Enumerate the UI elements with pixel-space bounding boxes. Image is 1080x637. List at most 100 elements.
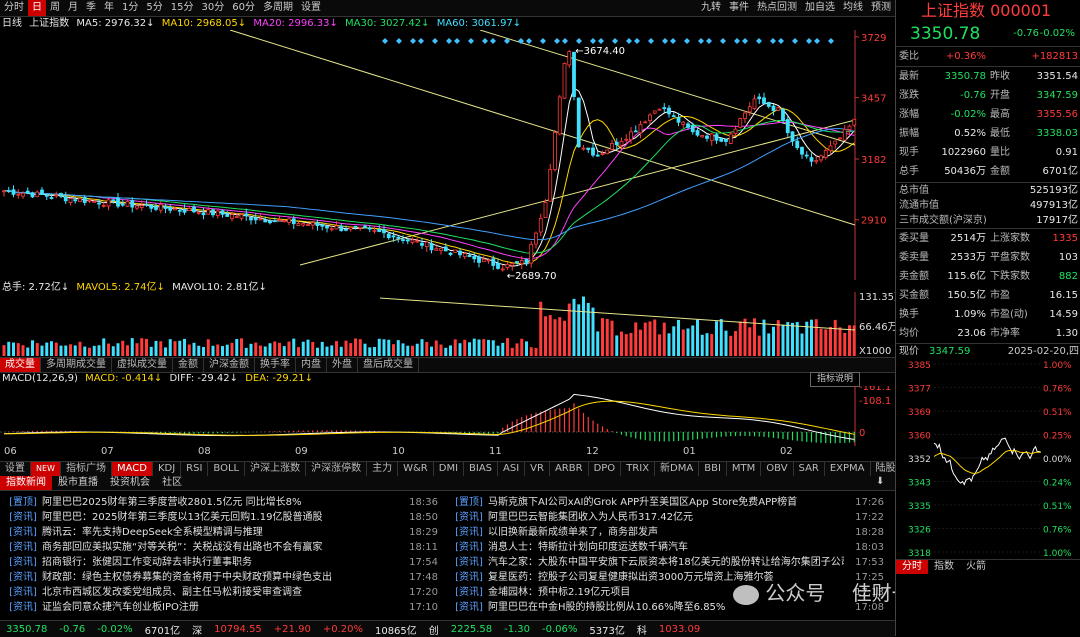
indicator-tab[interactable]: RSI [181,462,209,476]
period-tab[interactable]: 5分 [142,0,166,16]
toolbar-button[interactable]: 加自选 [801,0,839,16]
volume-tab[interactable]: 换手率 [255,358,296,372]
intraday-tab[interactable]: 指数 [928,560,960,574]
indicator-tab[interactable]: DMI [434,462,465,476]
news-title[interactable]: 证监会同意众捷汽车创业板IPO注册 [42,600,398,615]
period-tab[interactable]: 设置 [297,0,325,16]
period-tab[interactable]: 月 [64,0,82,16]
indicator-tab[interactable]: VR [525,462,550,476]
volume-tab[interactable]: 多周期成交量 [41,358,112,372]
news-item[interactable]: [资讯] 消息人士：特斯拉计划向印度运送数千辆汽车 18:03 [450,540,890,555]
volume-tab[interactable]: 盘后成交量 [358,358,419,372]
toolbar-button[interactable]: 九转 [697,0,725,16]
candle [724,138,728,142]
news-title[interactable]: 马斯克旗下AI公司xAI的Grok APP升至美国区App Store免费APP… [488,495,844,510]
news-item[interactable]: [资讯] 阿里巴巴云智能集团收入为人民币317.42亿元 17:22 [450,510,890,525]
period-tab[interactable]: 60分 [228,0,259,16]
toolbar-button[interactable]: 热点回测 [753,0,801,16]
news-title[interactable]: 汽车之家：大股东中国平安旗下云辰资本将18亿美元的股份转让给海尔集团子公司 [488,555,844,570]
toolbar-button[interactable]: 均线 [839,0,867,16]
indicator-tab[interactable]: DPO [589,462,622,476]
indicator-tab[interactable]: 主力 [367,462,399,476]
toolbar-button[interactable]: 事件 [725,0,753,16]
indicator-tab[interactable]: MTM [727,462,762,476]
news-item[interactable]: [资讯] 腾讯云：率先支持DeepSeek全系模型精调与推理 18:29 [4,525,444,540]
volume-bar [738,321,742,356]
indicator-tab[interactable]: 指标广场 [61,462,112,476]
news-title[interactable]: 招商银行：张健因工作变动辞去非执行董事职务 [42,555,398,570]
indicator-tab[interactable]: 沪深涨停数 [306,462,368,476]
indicator-tab[interactable]: TRIX [621,462,656,476]
news-tab[interactable]: 指数新闻 [0,476,52,490]
news-item[interactable]: [资讯] 以旧换新最新成绩单来了，商务部发声 18:28 [450,525,890,540]
news-title[interactable]: 商务部回应美拟实施“对等关税”：关税战没有出路也不会有赢家 [42,540,398,555]
indicator-tab[interactable]: 新DMA [655,462,700,476]
indicator-tab[interactable]: BIAS [464,462,499,476]
candle [752,98,757,109]
indicator-tab[interactable]: BOLL [208,462,246,476]
indicator-help-button[interactable]: 指标说明 [810,372,860,387]
candlestick-chart[interactable]: 3729 3457 3182 2910 ←3674.40 ←2689.70 [0,30,895,280]
indicator-tab[interactable]: 设置 [0,462,31,476]
indicator-tab[interactable]: W&R [398,462,434,476]
news-tab[interactable]: 股市直播 [52,476,104,490]
volume-tab[interactable]: 成交量 [0,358,41,372]
news-item[interactable]: [资讯] 阿里巴巴：2025财年第三季度以13亿美元回购1.19亿股普通股 18:5… [4,510,444,525]
volume-bar [164,347,167,356]
news-title[interactable]: 阿里巴巴云智能集团收入为人民币317.42亿元 [488,510,844,525]
indicator-tab[interactable]: BBI [699,462,727,476]
indicator-tab[interactable]: SAR [794,462,825,476]
candle [401,239,405,241]
news-title[interactable]: 北京市西城区发改委党组成员、副主任马松莉接受审查调查 [42,585,398,600]
indicator-tab[interactable]: ARBR [550,462,589,476]
indicator-tab[interactable]: OBV [761,462,794,476]
news-item[interactable]: [资讯] 证监会同意众捷汽车创业板IPO注册 17:10 [4,600,444,615]
news-item[interactable]: [资讯] 北京市西城区发改委党组成员、副主任马松莉接受审查调查 17:20 [4,585,444,600]
news-tab[interactable]: 投资机会 [104,476,156,490]
indicator-tab[interactable]: MACD [111,462,153,476]
indicator-tab[interactable]: 沪深上涨数 [245,462,307,476]
intraday-price-tick: 3352 [908,455,931,465]
volume-tab[interactable]: 虚拟成交量 [112,358,173,372]
news-item[interactable]: [置顶] 马斯克旗下AI公司xAI的Grok APP升至美国区App Store免… [450,495,890,510]
period-tab[interactable]: 年 [100,0,118,16]
quote-value: 1022960 [941,147,986,158]
toolbar-button[interactable]: 预测 [867,0,895,16]
period-tab[interactable]: 30分 [197,0,228,16]
volume-tab[interactable]: 沪深金额 [204,358,255,372]
news-item[interactable]: [资讯] 汽车之家：大股东中国平安旗下云辰资本将18亿美元的股份转让给海尔集团子公… [450,555,890,570]
news-item[interactable]: [置顶] 阿里巴巴2025财年第三季度营收2801.5亿元 同比增长8% 18:36 [4,495,444,510]
candle [586,147,591,150]
news-title[interactable]: 财政部：绿色主权债券募集的资金将用于中央财政预算中绿色支出 [42,570,398,585]
news-title[interactable]: 腾讯云：率先支持DeepSeek全系模型精调与推理 [42,525,398,540]
news-item[interactable]: [资讯] 商务部回应美拟实施“对等关税”：关税战没有出路也不会有赢家 18:11 [4,540,444,555]
volume-tab[interactable]: 内盘 [296,358,327,372]
period-tab[interactable]: 1分 [118,0,142,16]
news-title[interactable]: 阿里巴巴2025财年第三季度营收2801.5亿元 同比增长8% [42,495,398,510]
collapse-icon[interactable]: ⬇ [876,476,884,487]
indicator-tab[interactable]: EXPMA [825,462,871,476]
news-title[interactable]: 消息人士：特斯拉计划向印度运送数千辆汽车 [488,540,844,555]
period-tab[interactable]: 周 [46,0,64,16]
period-tab[interactable]: 季 [82,0,100,16]
period-tab[interactable]: 日 [28,0,46,16]
volume-tab[interactable]: 外盘 [327,358,358,372]
candle [277,219,282,222]
news-title[interactable]: 阿里巴巴：2025财年第三季度以13亿美元回购1.19亿股普通股 [42,510,398,525]
period-tab[interactable]: 多周期 [259,0,297,16]
news-tab[interactable]: 社区 [156,476,188,490]
indicator-tab[interactable]: KDJ [153,462,182,476]
news-title[interactable]: 以旧换新最新成绩单来了，商务部发声 [488,525,844,540]
intraday-tab[interactable]: 分时 [896,560,928,574]
candle [21,192,25,197]
candle [833,140,838,145]
intraday-tab[interactable]: 火箭 [960,560,992,574]
news-item[interactable]: [资讯] 招商银行：张健因工作变动辞去非执行董事职务 17:54 [4,555,444,570]
indicator-tab[interactable]: ASI [498,462,526,476]
volume-bar [415,343,419,356]
volume-tab[interactable]: 金额 [173,358,204,372]
period-tab[interactable]: 分时 [0,0,28,16]
indicator-tab[interactable]: NEW [31,462,61,476]
news-item[interactable]: [资讯] 财政部：绿色主权债券募集的资金将用于中央财政预算中绿色支出 17:48 [4,570,444,585]
period-tab[interactable]: 15分 [167,0,198,16]
